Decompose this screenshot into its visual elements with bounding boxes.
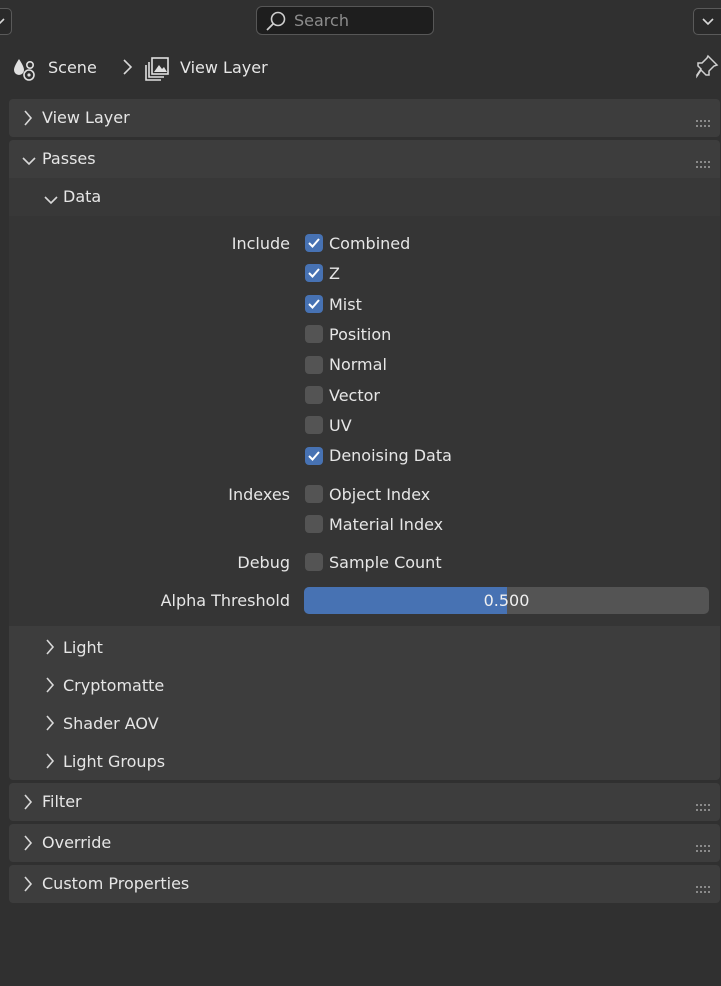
panel-header[interactable]: Override xyxy=(9,824,720,862)
checkbox-label: Z xyxy=(329,264,340,283)
left-dropdown-button[interactable] xyxy=(0,8,12,35)
subpanel-data-header[interactable] xyxy=(9,178,720,216)
checkbox-combined[interactable] xyxy=(305,234,323,252)
chevron-down-icon xyxy=(43,191,59,210)
chevron-right-icon xyxy=(45,676,55,698)
chevron-right-icon xyxy=(45,714,55,736)
checkbox-normal[interactable] xyxy=(305,356,323,374)
indexes-label: Indexes xyxy=(228,485,290,504)
checkbox-z[interactable] xyxy=(305,264,323,282)
breadcrumb-view-layer: View Layer xyxy=(180,58,268,77)
subpanel-data-title: Data xyxy=(63,187,102,206)
drag-grip-icon[interactable] xyxy=(696,154,712,173)
chevron-right-icon xyxy=(121,58,133,80)
checkbox-denoising-data[interactable] xyxy=(305,447,323,465)
panel-header[interactable]: Custom Properties xyxy=(9,865,720,903)
checkbox-label: Denoising Data xyxy=(329,446,452,465)
slider-value: 0.500 xyxy=(483,591,530,610)
checkbox-object-index[interactable] xyxy=(305,485,323,503)
subpanel-cryptomatte[interactable]: Cryptomatte xyxy=(9,668,720,702)
chevron-right-icon xyxy=(45,638,55,660)
breadcrumb-scene: Scene xyxy=(48,58,97,77)
subpanel-title: Light xyxy=(63,638,103,657)
checkbox-label: Material Index xyxy=(329,515,444,534)
drag-grip-icon[interactable] xyxy=(696,113,712,132)
subpanel-title: Shader AOV xyxy=(63,714,159,733)
panel-view-layer[interactable]: View Layer xyxy=(9,99,720,137)
panel-header[interactable]: Passes xyxy=(9,140,720,178)
search-icon xyxy=(266,11,286,31)
checkbox-label: UV xyxy=(329,416,352,435)
chevron-right-icon xyxy=(23,875,33,897)
panel-title: Filter xyxy=(42,792,82,811)
search-input[interactable]: Search xyxy=(256,6,434,35)
checkbox-sample-count[interactable] xyxy=(305,553,323,571)
checkbox-label: Combined xyxy=(329,234,411,253)
checkbox-uv[interactable] xyxy=(305,416,323,434)
checkbox-label: Mist xyxy=(329,295,362,314)
checkbox-mist[interactable] xyxy=(305,295,323,313)
panel-title: View Layer xyxy=(42,108,130,127)
checkbox-label: Sample Count xyxy=(329,553,442,572)
panel-custom-properties[interactable]: Custom Properties xyxy=(9,865,720,903)
chevron-right-icon xyxy=(23,834,33,856)
subpanel-title: Cryptomatte xyxy=(63,676,165,695)
checkbox-label: Position xyxy=(329,325,392,344)
checkbox-label: Vector xyxy=(329,386,380,405)
subpanel-light[interactable]: Light xyxy=(9,630,720,664)
drag-grip-icon[interactable] xyxy=(696,838,712,857)
chevron-right-icon xyxy=(23,109,33,131)
panel-title: Passes xyxy=(42,149,96,168)
panel-header[interactable]: Filter xyxy=(9,783,720,821)
chevron-down-icon xyxy=(0,13,5,33)
search-placeholder: Search xyxy=(294,11,349,30)
chevron-right-icon xyxy=(45,752,55,774)
chevron-right-icon xyxy=(23,793,33,815)
subpanel-title: Light Groups xyxy=(63,752,166,771)
drag-grip-icon[interactable] xyxy=(696,879,712,898)
panel-filter[interactable]: Filter xyxy=(9,783,720,821)
panel-override[interactable]: Override xyxy=(9,824,720,862)
right-dropdown-button[interactable] xyxy=(693,8,721,35)
alpha-threshold-label: Alpha Threshold xyxy=(160,591,290,610)
drag-grip-icon[interactable] xyxy=(696,797,712,816)
checkbox-position[interactable] xyxy=(305,325,323,343)
scene-icon xyxy=(12,56,38,86)
subpanel-light-groups[interactable]: Light Groups xyxy=(9,744,720,778)
panel-title: Override xyxy=(42,833,112,852)
checkbox-vector[interactable] xyxy=(305,386,323,404)
view-layer-icon xyxy=(144,56,170,86)
pin-icon[interactable] xyxy=(695,54,719,84)
subpanel-shader-aov[interactable]: Shader AOV xyxy=(9,706,720,740)
chevron-down-icon xyxy=(702,13,714,33)
checkbox-label: Normal xyxy=(329,355,387,374)
include-label: Include xyxy=(231,234,290,253)
panel-header[interactable]: View Layer xyxy=(9,99,720,137)
debug-label: Debug xyxy=(237,553,290,572)
checkbox-material-index[interactable] xyxy=(305,515,323,533)
panel-title: Custom Properties xyxy=(42,874,190,893)
chevron-down-icon xyxy=(21,152,37,171)
checkbox-label: Object Index xyxy=(329,485,431,504)
alpha-threshold-slider[interactable]: 0.500 xyxy=(304,587,709,614)
